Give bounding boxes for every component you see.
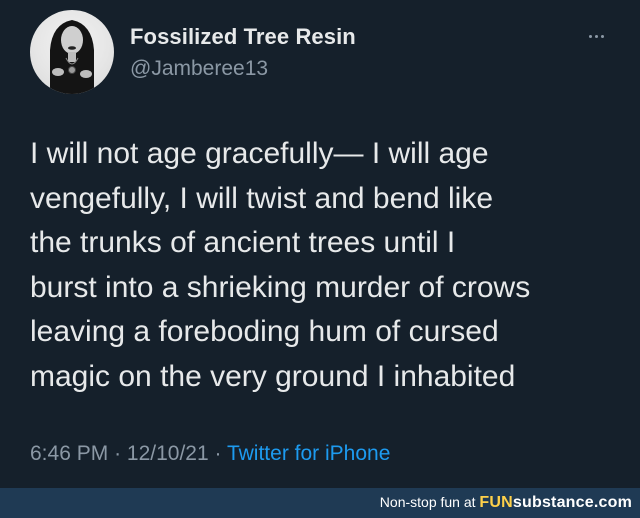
tweet-text-line: vengefully, I will twist and bend like [30,181,494,215]
more-horizontal-icon [588,34,592,38]
watermark-brand: FUNsubstance.com [479,494,632,511]
tweet-text-line: the trunks of ancient trees until I [30,226,456,259]
user-handle[interactable]: @Jamberee13 [130,57,268,81]
display-name[interactable]: Fossilized Tree Resin [130,24,356,50]
more-horizontal-icon [594,34,598,38]
avatar[interactable] [30,10,114,94]
tweet-date[interactable]: 12/10/21 [127,442,209,465]
tweet-text-line: leaving a foreboding hum of cursed [30,315,499,348]
watermark-prefix: Non-stop fun at [379,494,480,510]
tweet-text-line: I will not age gracefully— I will age [30,137,489,170]
tweet-metadata: 6:46 PM · 12/10/21 · Twitter for iPhone [30,442,390,466]
tweet-time[interactable]: 6:46 PM [30,442,108,465]
watermark: Non-stop fun at FUNsubstance.com [380,494,632,512]
tweet-text: I will not age gracefully— I will age ve… [30,132,620,399]
more-horizontal-icon [600,34,604,38]
tweet-source-link[interactable]: Twitter for iPhone [227,442,390,465]
watermark-brand-rest: substance.com [512,494,632,511]
more-options-button[interactable] [582,26,610,46]
avatar-image [50,20,94,94]
tweet-text-line: burst into a shrieking murder of crows [30,270,531,304]
watermark-bar: Non-stop fun at FUNsubstance.com [0,488,640,518]
watermark-brand-fun: FUN [479,494,513,511]
meta-separator: · [114,442,122,465]
tweet-text-line: magic on the very ground I inhabited [30,359,516,393]
tweet-card: Fossilized Tree Resin @Jamberee13 I will… [0,0,640,518]
meta-separator: · [214,442,222,465]
